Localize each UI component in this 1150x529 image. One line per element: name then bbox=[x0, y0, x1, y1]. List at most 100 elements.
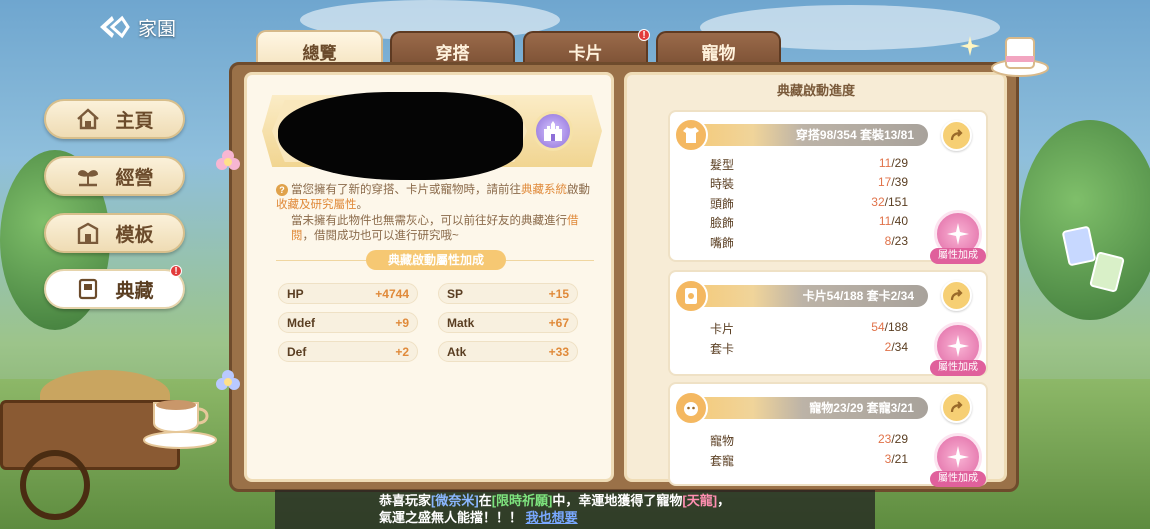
attr-bonus-label: 屬性加成 bbox=[930, 248, 986, 264]
attr-key: HP bbox=[287, 286, 304, 301]
row-label: 卡片 bbox=[710, 322, 735, 336]
attr-mdef: Mdef +9 bbox=[278, 312, 418, 333]
row-label: 時裝 bbox=[710, 177, 735, 191]
sidebar-item-manage[interactable]: 經營 bbox=[44, 156, 185, 196]
cards-row-card: 卡片 54/188 bbox=[710, 320, 908, 337]
row-count: 11 bbox=[878, 214, 892, 228]
row-count: 32 bbox=[871, 195, 885, 209]
marquee-text: ， bbox=[717, 493, 731, 508]
pets-goto-button[interactable] bbox=[941, 392, 972, 423]
row-total: /34 bbox=[891, 340, 908, 354]
row-label: 嘴飾 bbox=[710, 236, 735, 250]
star-decoration-icon bbox=[960, 36, 980, 56]
row-total: /29 bbox=[891, 156, 908, 170]
attr-key: Def bbox=[287, 344, 307, 359]
cards-row-set: 套卡 2/34 bbox=[710, 340, 908, 357]
flower-decoration-icon bbox=[214, 368, 242, 396]
row-total: /151 bbox=[884, 195, 908, 209]
marquee-text: 恭喜玩家 bbox=[379, 493, 432, 508]
row-total: /40 bbox=[891, 214, 908, 228]
book-icon bbox=[75, 277, 101, 301]
sprout-icon bbox=[75, 164, 101, 188]
cards-progress-header: 卡片54/188 套卡2/34 bbox=[678, 285, 928, 307]
attr-value: +4744 bbox=[375, 286, 409, 301]
info-text-part: ，借閱成功也可以進行研究哦~ bbox=[302, 230, 459, 242]
attr-key: SP bbox=[447, 286, 464, 301]
attr-def: Def +2 bbox=[278, 341, 418, 362]
row-label: 寵物 bbox=[710, 434, 735, 448]
redacted-player-name bbox=[278, 92, 523, 180]
pets-row-pet: 寵物 23/29 bbox=[710, 432, 908, 449]
house-icon bbox=[75, 107, 101, 131]
outfit-attr-bonus-button[interactable]: 屬性加成 bbox=[930, 210, 986, 264]
marquee-event-name: [限時祈願] bbox=[491, 493, 553, 508]
cards-alert-badge: ! bbox=[638, 29, 650, 41]
row-total: /39 bbox=[891, 175, 908, 189]
marquee-text: 中，幸運地獲得了寵物 bbox=[552, 493, 683, 508]
info-text-part: 當您擁有了新的穿搭、卡片或寵物時，請前往 bbox=[291, 184, 521, 196]
attr-atk: Atk +33 bbox=[438, 341, 578, 362]
row-label: 套卡 bbox=[710, 342, 735, 356]
home-title: 家園 bbox=[138, 18, 177, 40]
attr-key: Mdef bbox=[287, 315, 315, 330]
sidebar-item-label: 典藏 bbox=[115, 280, 154, 302]
sidebar-item-collection[interactable]: 典藏 bbox=[44, 269, 185, 309]
pets-progress-header: 寵物23/29 套寵3/21 bbox=[678, 397, 928, 419]
row-count: 23 bbox=[877, 432, 892, 446]
attr-value: +15 bbox=[548, 286, 569, 301]
attr-key: Matk bbox=[447, 315, 475, 330]
row-count: 54 bbox=[871, 320, 885, 334]
attr-value: +9 bbox=[395, 315, 409, 330]
marquee-pet-name: [天龍] bbox=[682, 493, 718, 508]
castle-icon bbox=[533, 111, 573, 151]
marquee-text: 在 bbox=[478, 493, 492, 508]
collection-alert-badge: ! bbox=[170, 265, 182, 277]
sidebar-item-template[interactable]: 模板 bbox=[44, 213, 185, 253]
marquee-player-name: [微奈米] bbox=[431, 493, 479, 508]
outfit-row-face: 臉飾 11/40 bbox=[710, 214, 908, 231]
attr-matk: Matk +67 bbox=[438, 312, 578, 333]
building-icon bbox=[75, 221, 101, 245]
question-icon: ? bbox=[276, 184, 288, 196]
attr-key: Atk bbox=[447, 344, 467, 359]
marquee-text: 氣運之盛無人能擋！！！ bbox=[379, 510, 523, 525]
card-icon bbox=[674, 279, 708, 313]
row-total: /23 bbox=[891, 234, 908, 248]
row-label: 臉飾 bbox=[710, 216, 735, 230]
row-label: 髮型 bbox=[710, 158, 735, 172]
info-text-part: 啟動 bbox=[567, 184, 590, 196]
outfit-row-fashion: 時裝 17/39 bbox=[710, 175, 908, 192]
pets-attr-bonus-button[interactable]: 屬性加成 bbox=[930, 433, 986, 487]
outfit-row-headwear: 頭飾 32/151 bbox=[710, 195, 908, 212]
attr-sp: SP +15 bbox=[438, 283, 578, 304]
attr-bonus-label: 屬性加成 bbox=[930, 360, 986, 376]
attr-value: +33 bbox=[548, 344, 569, 359]
marquee-want-link[interactable]: 我也想要 bbox=[526, 510, 578, 525]
announcement-marquee: 恭喜玩家[微奈米]在[限時祈願]中，幸運地獲得了寵物[天龍]， 氣運之盛無人能擋… bbox=[275, 490, 875, 529]
info-text-part: 。 bbox=[356, 199, 369, 211]
info-highlight: 收藏及研究屬性 bbox=[276, 199, 357, 211]
hat-decoration-icon bbox=[990, 28, 1050, 78]
sidebar-item-main[interactable]: 主頁 bbox=[44, 99, 185, 139]
pet-icon bbox=[674, 391, 708, 425]
sidebar-item-label: 模板 bbox=[115, 224, 154, 246]
pets-row-set: 套寵 3/21 bbox=[710, 452, 908, 469]
collection-info-text: ? 當您擁有了新的穿搭、卡片或寵物時，請前往典藏系統啟動收藏及研究屬性。 當未擁有… bbox=[276, 183, 596, 245]
teacup-decoration-icon bbox=[140, 385, 220, 450]
cards-goto-button[interactable] bbox=[941, 280, 972, 311]
attr-value: +67 bbox=[548, 315, 569, 330]
outfit-goto-button[interactable] bbox=[941, 120, 972, 151]
sidebar-item-label: 主頁 bbox=[115, 110, 154, 132]
attr-bonus-title: 典藏啟動屬性加成 bbox=[366, 250, 506, 270]
cards-attr-bonus-button[interactable]: 屬性加成 bbox=[930, 322, 986, 376]
attr-bonus-label: 屬性加成 bbox=[930, 471, 986, 487]
cards-decoration-icon bbox=[1060, 225, 1130, 295]
attr-hp: HP +4744 bbox=[278, 283, 418, 304]
attr-value: +2 bbox=[395, 344, 409, 359]
row-total: /21 bbox=[891, 452, 908, 466]
flower-decoration-icon bbox=[214, 148, 242, 176]
sidebar-item-label: 經營 bbox=[115, 167, 154, 189]
row-count: 17 bbox=[877, 175, 892, 189]
outfit-row-hair: 髮型 11/29 bbox=[710, 156, 908, 173]
home-back-button[interactable]: 家園 bbox=[96, 12, 176, 42]
